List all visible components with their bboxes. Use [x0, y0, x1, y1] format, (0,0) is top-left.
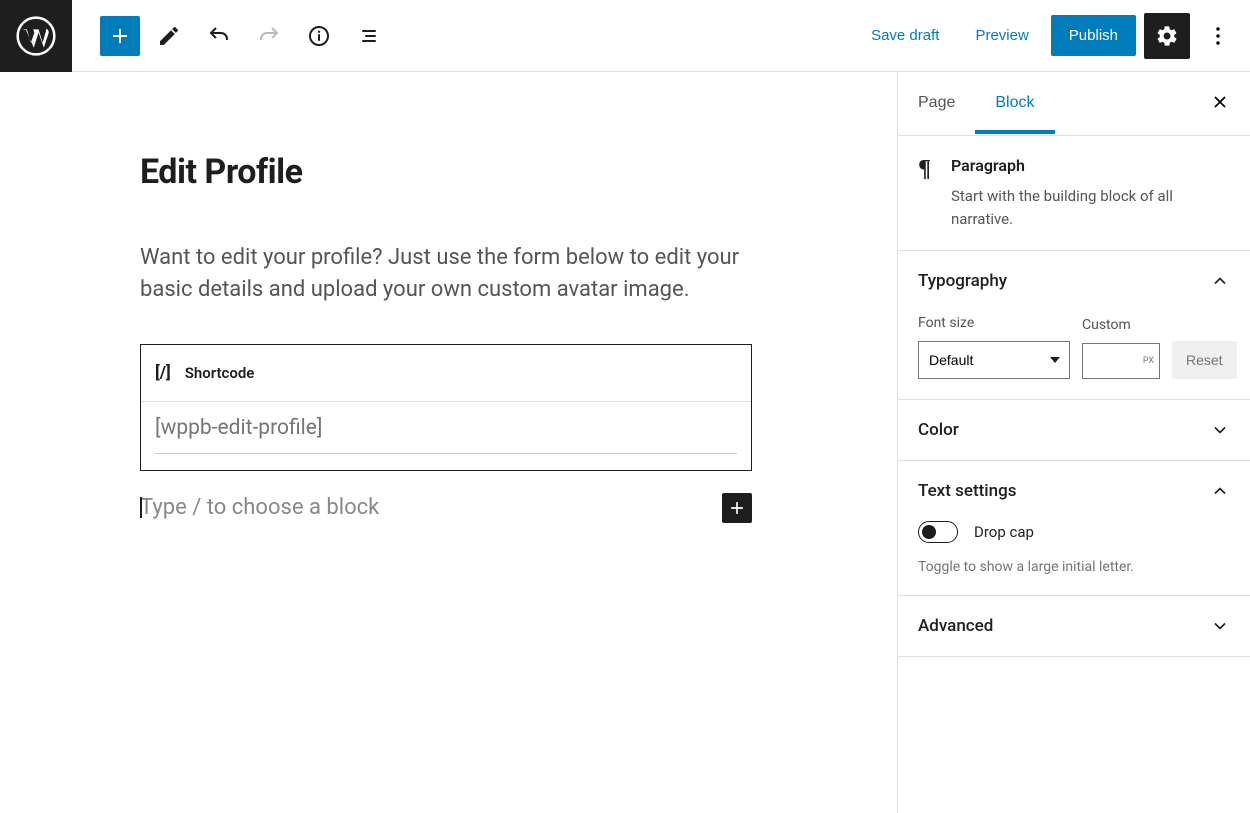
- typography-panel-header[interactable]: Typography: [918, 271, 1230, 291]
- font-size-label: Font size: [918, 315, 1070, 331]
- shortcode-label: Shortcode: [185, 364, 255, 382]
- wordpress-logo[interactable]: [0, 0, 72, 72]
- add-block-button[interactable]: [100, 16, 140, 56]
- add-block-inline-button[interactable]: [722, 493, 752, 523]
- advanced-panel-header[interactable]: Advanced: [918, 616, 1230, 636]
- chevron-up-icon: [1210, 481, 1230, 501]
- custom-size-label: Custom: [1082, 317, 1160, 333]
- dropcap-label: Drop cap: [974, 523, 1034, 541]
- tab-page[interactable]: Page: [898, 74, 975, 134]
- close-sidebar-button[interactable]: [1190, 72, 1250, 135]
- outline-button[interactable]: [348, 15, 390, 57]
- chevron-down-icon: [1210, 616, 1230, 636]
- page-title[interactable]: Edit Profile: [140, 152, 752, 192]
- reset-font-size-button[interactable]: Reset: [1172, 341, 1237, 379]
- save-draft-button[interactable]: Save draft: [857, 17, 953, 54]
- text-settings-panel-header[interactable]: Text settings: [918, 481, 1230, 501]
- top-toolbar: Save draft Preview Publish: [0, 0, 1250, 72]
- color-panel-header[interactable]: Color: [918, 420, 1230, 440]
- publish-button[interactable]: Publish: [1051, 15, 1136, 56]
- shortcode-value[interactable]: [wppb-edit-profile]: [155, 416, 737, 440]
- block-description: Start with the building block of all nar…: [951, 185, 1230, 230]
- shortcode-block[interactable]: [/] Shortcode [wppb-edit-profile]: [140, 344, 752, 471]
- settings-button[interactable]: [1144, 13, 1190, 59]
- redo-button[interactable]: [248, 15, 290, 57]
- dropcap-description: Toggle to show a large initial letter.: [918, 559, 1230, 575]
- preview-button[interactable]: Preview: [961, 17, 1042, 54]
- page-intro-paragraph[interactable]: Want to edit your profile? Just use the …: [140, 242, 752, 306]
- editor-canvas[interactable]: Edit Profile Want to edit your profile? …: [0, 72, 897, 813]
- more-options-button[interactable]: [1198, 13, 1238, 59]
- font-size-select[interactable]: Default: [918, 341, 1070, 379]
- chevron-up-icon: [1210, 271, 1230, 291]
- paragraph-icon: ¶: [918, 156, 931, 183]
- dropcap-toggle[interactable]: [918, 521, 958, 543]
- tab-block[interactable]: Block: [975, 74, 1054, 134]
- edit-tool-button[interactable]: [148, 15, 190, 57]
- settings-sidebar: Page Block ¶ Paragraph Start with the bu…: [897, 72, 1250, 813]
- shortcode-icon: [/]: [155, 363, 171, 383]
- custom-size-input[interactable]: [1082, 343, 1160, 379]
- info-button[interactable]: [298, 15, 340, 57]
- new-block-placeholder[interactable]: Type / to choose a block: [140, 495, 379, 520]
- chevron-down-icon: [1210, 420, 1230, 440]
- undo-button[interactable]: [198, 15, 240, 57]
- block-name: Paragraph: [951, 156, 1230, 175]
